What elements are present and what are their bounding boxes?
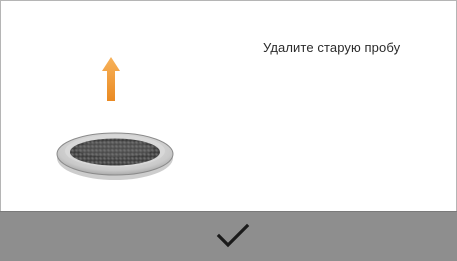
content-panel: Удалите старую пробу: [0, 0, 457, 211]
arrow-up-icon: [102, 57, 120, 101]
confirm-button[interactable]: [0, 211, 457, 261]
sample-pan-icon: [56, 132, 174, 180]
remove-sample-screen: Удалите старую пробу: [0, 0, 457, 261]
instruction-text: Удалите старую пробу: [263, 40, 401, 55]
remove-sample-illustration: [56, 57, 174, 180]
checkmark-icon: [216, 223, 250, 248]
